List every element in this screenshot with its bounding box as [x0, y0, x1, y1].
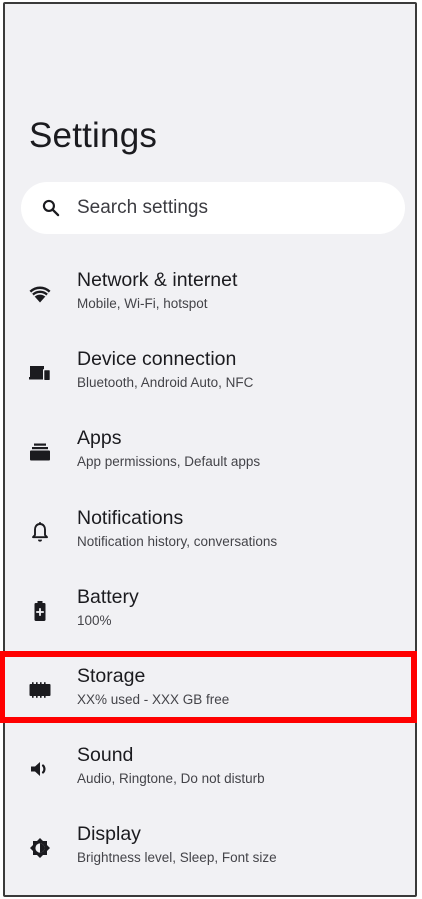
volume-icon [28, 757, 52, 781]
wifi-icon [28, 282, 52, 306]
storage-icon [28, 678, 52, 702]
settings-item-sound[interactable]: Sound Audio, Ringtone, Do not disturb [5, 729, 415, 808]
apps-icon [28, 440, 52, 464]
page-title: Settings [29, 116, 158, 155]
settings-item-summary: Mobile, Wi-Fi, hotspot [77, 296, 208, 311]
settings-item-title: Display [77, 823, 141, 845]
settings-item-summary: 100% [77, 613, 112, 628]
settings-item-title: Apps [77, 427, 122, 449]
settings-item-summary: App permissions, Default apps [77, 454, 261, 469]
settings-item-summary: Brightness level, Sleep, Font size [77, 850, 277, 865]
settings-item-title: Notifications [77, 507, 184, 529]
settings-screen: Settings Search settings Network & inter… [3, 2, 417, 897]
settings-item-title: Storage [77, 665, 146, 687]
battery-icon [28, 599, 52, 623]
brightness-icon [28, 836, 52, 860]
settings-item-display[interactable]: Display Brightness level, Sleep, Font si… [5, 808, 415, 887]
settings-item-title: Network & internet [77, 269, 238, 291]
settings-item-storage[interactable]: Storage XX% used - XXX GB free [5, 650, 415, 729]
settings-item-title: Battery [77, 586, 139, 608]
settings-item-summary: Notification history, conversations [77, 534, 278, 549]
settings-item-summary: XX% used - XXX GB free [77, 692, 230, 707]
settings-item-apps[interactable]: Apps App permissions, Default apps [5, 412, 415, 491]
settings-item-notifications[interactable]: Notifications Notification history, conv… [5, 492, 415, 571]
settings-item-network[interactable]: Network & internet Mobile, Wi-Fi, hotspo… [5, 254, 415, 333]
search-icon [41, 198, 61, 218]
devices-icon [28, 361, 52, 385]
bell-icon [28, 520, 52, 544]
settings-item-device-connection[interactable]: Device connection Bluetooth, Android Aut… [5, 333, 415, 412]
settings-item-summary: Audio, Ringtone, Do not disturb [77, 771, 265, 786]
settings-item-battery[interactable]: Battery 100% [5, 571, 415, 650]
search-placeholder: Search settings [77, 197, 208, 218]
settings-item-summary: Bluetooth, Android Auto, NFC [77, 375, 254, 390]
search-bar[interactable]: Search settings [21, 182, 405, 234]
settings-item-title: Sound [77, 744, 134, 766]
settings-item-title: Device connection [77, 348, 237, 370]
